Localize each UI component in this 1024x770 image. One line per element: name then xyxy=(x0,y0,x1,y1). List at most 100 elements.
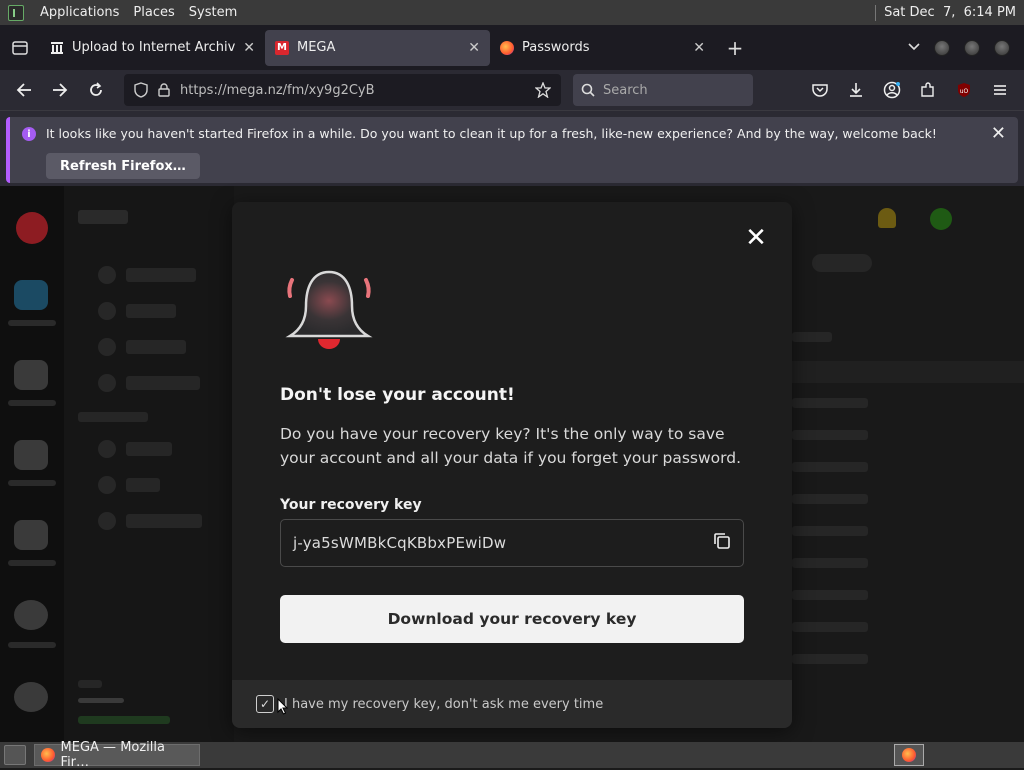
new-tab-button[interactable]: + xyxy=(715,36,755,60)
extensions-button[interactable] xyxy=(912,74,944,106)
sidebar-item[interactable] xyxy=(126,376,200,390)
sidebar-title xyxy=(78,210,128,224)
ublock-button[interactable]: uO xyxy=(948,74,980,106)
download-icon xyxy=(850,83,862,97)
shield-icon xyxy=(134,82,148,98)
recovery-key-field[interactable]: j-ya5sWMBkCqKBbxPEwiDw xyxy=(280,519,744,567)
recovery-key-value[interactable]: j-ya5sWMBkCqKBbxPEwiDw xyxy=(293,534,713,552)
rail-item-chat[interactable] xyxy=(14,440,48,470)
sidebar-icon xyxy=(98,512,116,530)
toolbar-icons: uO xyxy=(804,74,1016,106)
table-row xyxy=(792,398,868,408)
panel-separator xyxy=(875,4,877,21)
forward-button[interactable] xyxy=(44,74,76,106)
table-row xyxy=(792,590,868,600)
puzzle-icon xyxy=(921,82,934,97)
close-tab-icon[interactable]: ✕ xyxy=(468,40,480,56)
dont-ask-checkbox[interactable]: ✓ xyxy=(256,695,274,713)
recovery-key-label: Your recovery key xyxy=(280,497,422,513)
pocket-button[interactable] xyxy=(804,74,836,106)
download-recovery-key-button[interactable]: Download your recovery key xyxy=(280,595,744,643)
panel-menus: Applications Places System xyxy=(8,4,237,21)
top-line xyxy=(812,254,872,272)
account-button[interactable] xyxy=(876,74,908,106)
rail-item-drive[interactable] xyxy=(14,280,48,310)
search-input[interactable]: Search xyxy=(603,83,648,98)
show-desktop-button[interactable] xyxy=(4,745,26,765)
rail-caption xyxy=(8,560,56,566)
tab-mega[interactable]: M MEGA ✕ xyxy=(265,29,490,66)
notification-box: i It looks like you haven't started Fire… xyxy=(6,117,1018,183)
sidebar-item[interactable] xyxy=(126,340,186,354)
url-bar[interactable]: https://mega.nz/fm/xy9g2CyB xyxy=(124,74,561,106)
top-panel: Applications Places System Sat Dec 7, 6:… xyxy=(0,0,1024,25)
recovery-key-modal: ✕ Don't lose your account! Do you have y… xyxy=(232,202,792,728)
places-menu[interactable]: Places xyxy=(133,5,174,20)
applications-menu[interactable]: Applications xyxy=(40,5,119,20)
minimize-button[interactable] xyxy=(934,39,950,56)
back-button[interactable] xyxy=(8,74,40,106)
table-row xyxy=(792,526,868,536)
rail-caption xyxy=(8,480,56,486)
back-arrow-icon xyxy=(16,83,31,97)
firefox-view-icon xyxy=(12,40,28,55)
modal-title: Don't lose your account! xyxy=(280,385,515,405)
reload-button[interactable] xyxy=(80,74,112,106)
ublock-icon: uO xyxy=(958,83,970,97)
mega-logo[interactable] xyxy=(16,212,48,244)
rail-item-settings[interactable] xyxy=(14,682,48,712)
tab-internet-archive[interactable]: Upload to Internet Archive ✕ xyxy=(40,30,265,66)
notification-message: It looks like you haven't started Firefo… xyxy=(46,126,937,141)
rail-caption xyxy=(8,320,56,326)
rail-caption xyxy=(8,642,56,648)
close-tab-icon[interactable]: ✕ xyxy=(693,40,705,56)
taskbar-firefox-window[interactable]: MEGA — Mozilla Fir… xyxy=(34,740,200,770)
modal-footer: ✓ I have my recovery key, don't ask me e… xyxy=(232,680,792,728)
sidebar-icon xyxy=(98,338,116,356)
rail-item-meetings[interactable] xyxy=(14,520,48,550)
terminal-icon[interactable] xyxy=(8,4,24,21)
table-row xyxy=(792,558,868,568)
lock-icon xyxy=(158,83,170,97)
list-all-tabs-button[interactable] xyxy=(894,40,934,55)
copy-icon[interactable] xyxy=(713,532,731,554)
sidebar-icon xyxy=(98,476,116,494)
clock[interactable]: Sat Dec 7, 6:14 PM xyxy=(884,5,1016,20)
downloads-button[interactable] xyxy=(840,74,872,106)
sidebar-item[interactable] xyxy=(126,268,196,282)
url-text[interactable]: https://mega.nz/fm/xy9g2CyB xyxy=(180,83,525,98)
sidebar-section xyxy=(78,412,148,422)
clock-area: Sat Dec 7, 6:14 PM xyxy=(875,4,1016,21)
rail-item-backup[interactable] xyxy=(14,600,48,630)
reload-icon xyxy=(90,82,102,96)
tab-passwords[interactable]: Passwords ✕ xyxy=(490,30,715,66)
rail-item-photos[interactable] xyxy=(14,360,48,390)
sidebar-item[interactable] xyxy=(126,514,202,528)
system-menu[interactable]: System xyxy=(189,5,237,20)
sidebar-item[interactable] xyxy=(126,304,176,318)
mega-nav-rail xyxy=(0,186,64,742)
sidebar-item[interactable] xyxy=(126,442,172,456)
firefox-view-button[interactable] xyxy=(0,25,40,70)
avatar[interactable] xyxy=(930,208,952,230)
sidebar-icon xyxy=(98,302,116,320)
modal-description: Do you have your recovery key? It's the … xyxy=(280,425,742,467)
firefox-icon xyxy=(500,40,514,55)
dont-ask-label[interactable]: I have my recovery key, don't ask me eve… xyxy=(284,697,603,712)
workspace-switcher[interactable] xyxy=(894,744,924,766)
mega-icon: M xyxy=(275,40,289,55)
menu-button[interactable] xyxy=(984,74,1016,106)
search-bar[interactable]: Search xyxy=(573,74,753,106)
storage-bar xyxy=(78,698,124,703)
refresh-firefox-button[interactable]: Refresh Firefox… xyxy=(46,153,200,179)
notifications-bell-icon[interactable] xyxy=(878,208,896,228)
close-notification-icon[interactable]: ✕ xyxy=(991,123,1006,144)
refresh-notification-bar: i It looks like you haven't started Fire… xyxy=(0,110,1024,186)
close-tab-icon[interactable]: ✕ xyxy=(243,40,255,56)
close-window-button[interactable] xyxy=(994,39,1010,56)
sidebar-item[interactable] xyxy=(126,478,160,492)
pocket-icon xyxy=(812,84,828,97)
maximize-button[interactable] xyxy=(964,39,980,56)
svg-text:uO: uO xyxy=(960,88,969,95)
close-modal-icon[interactable]: ✕ xyxy=(744,225,768,251)
